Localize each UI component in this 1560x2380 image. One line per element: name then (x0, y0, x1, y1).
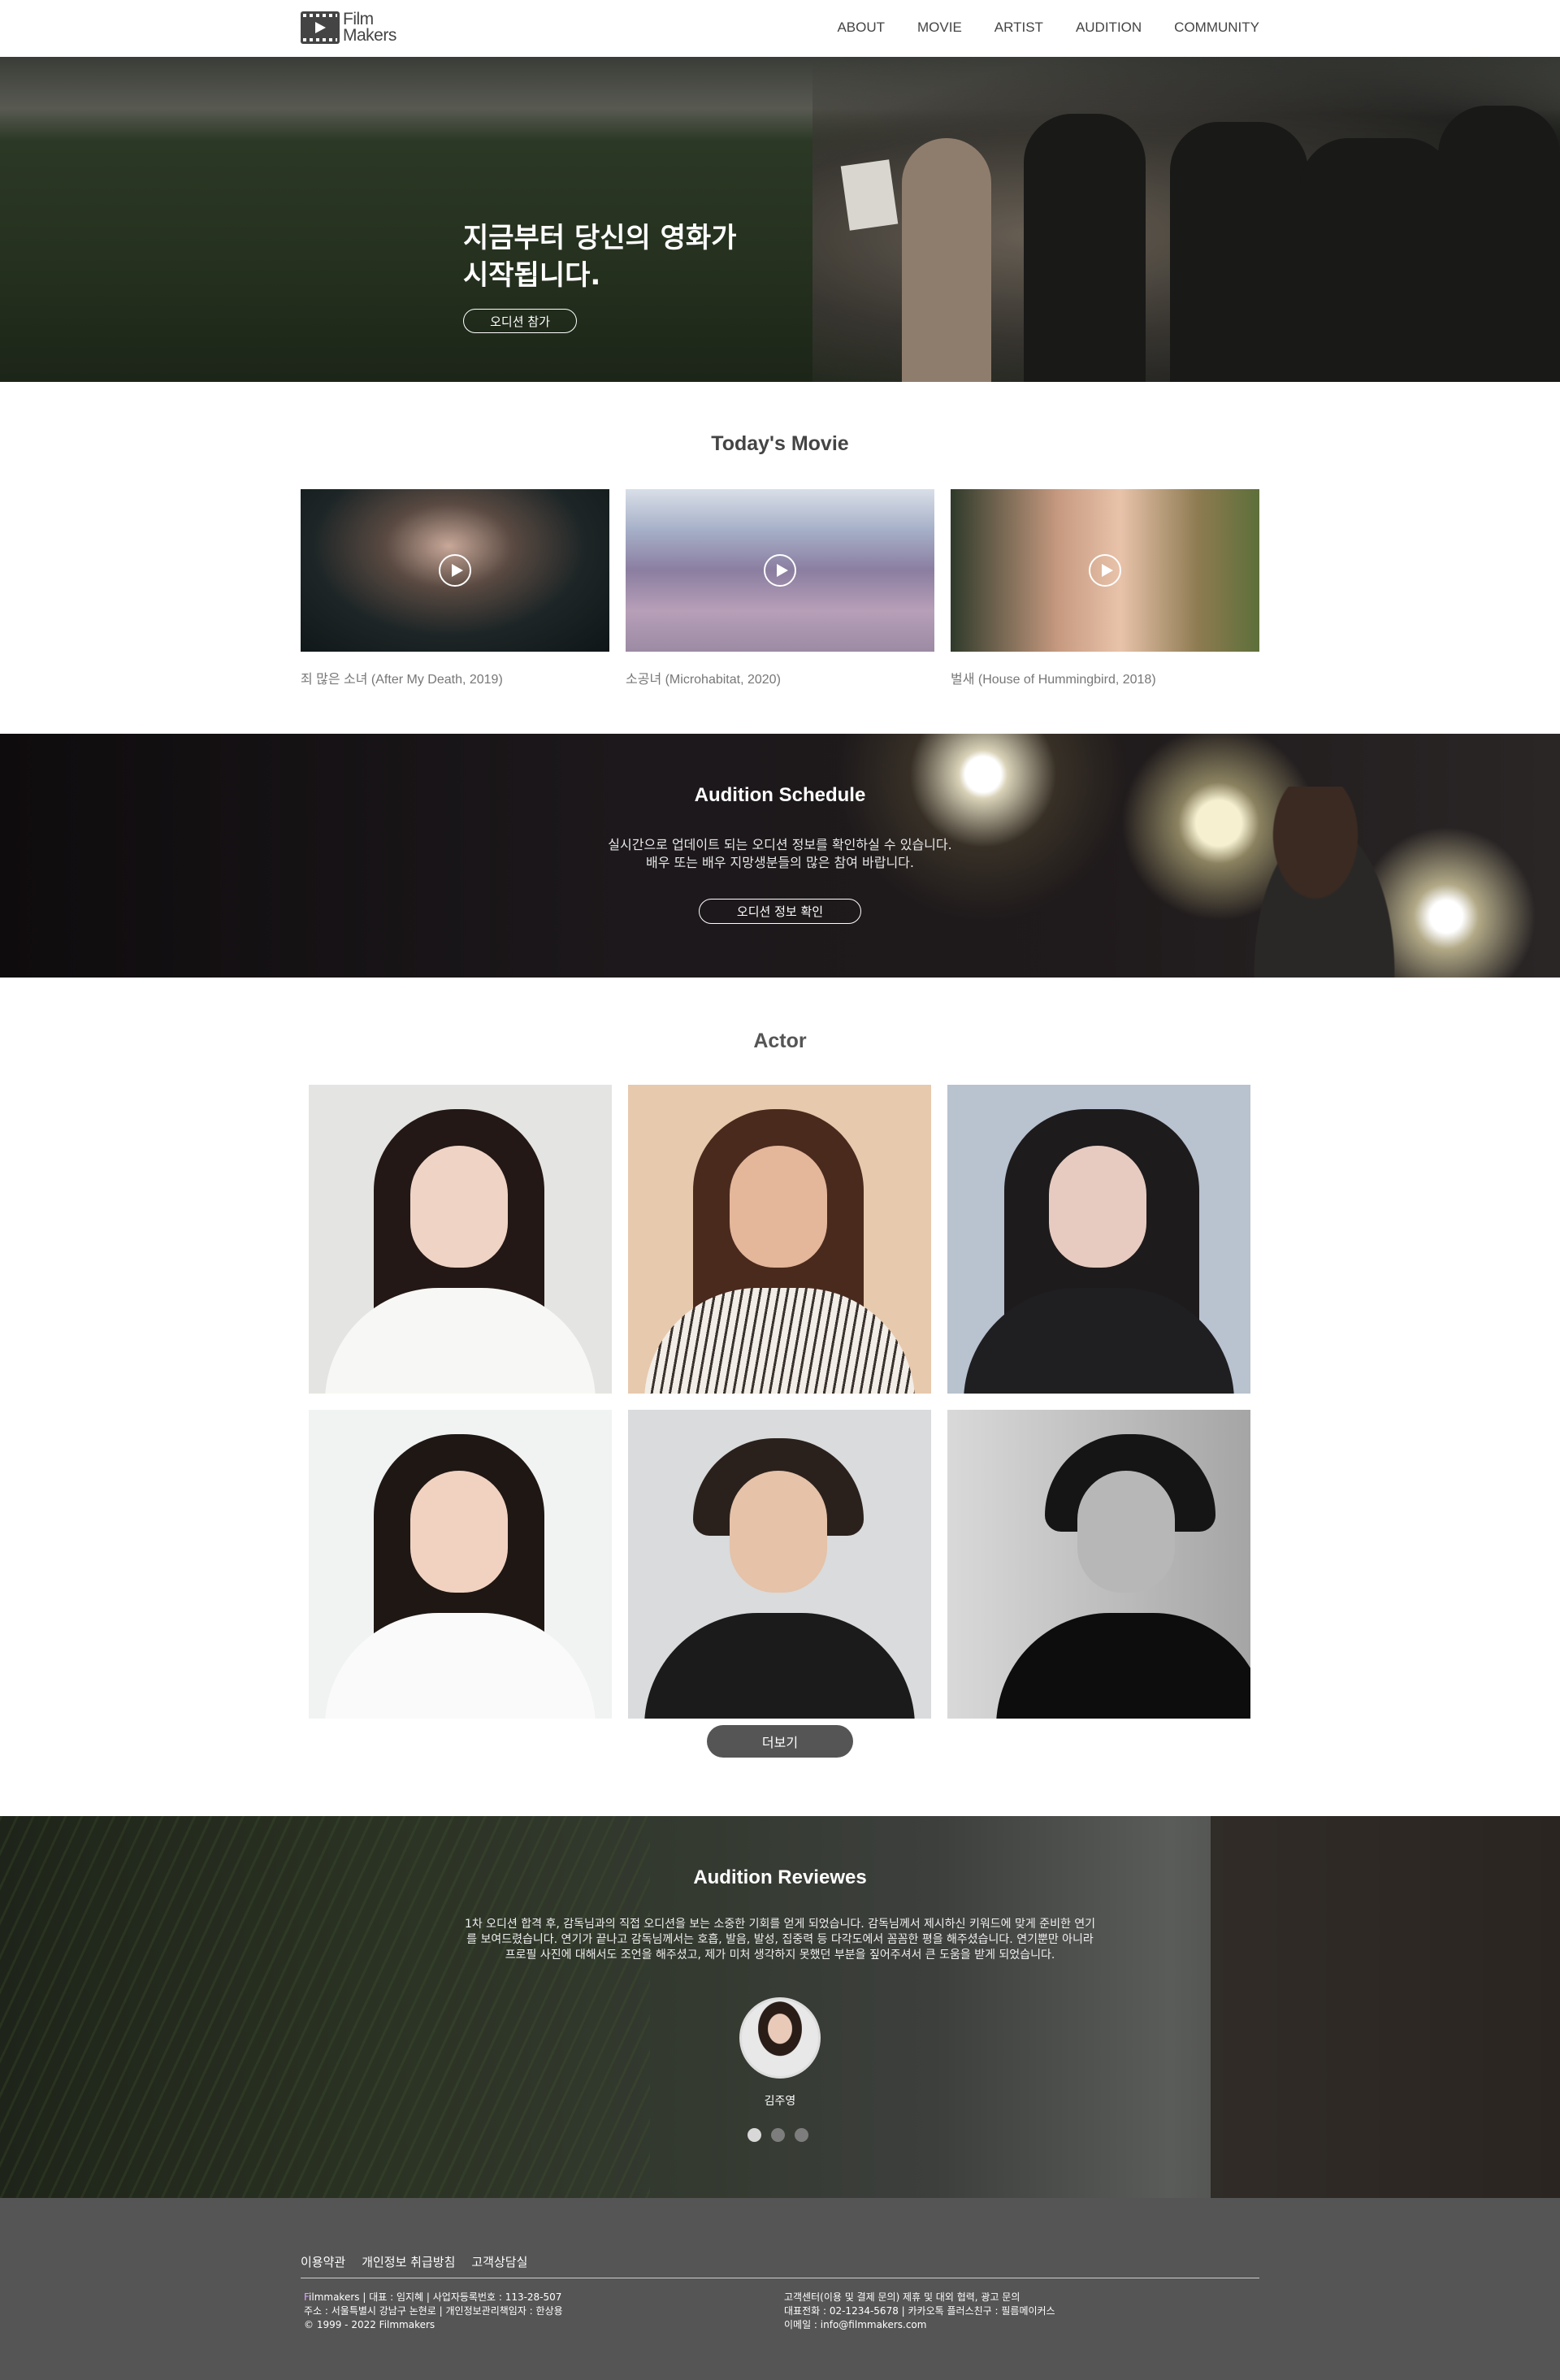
contact-info-line-1: 고객센터(이용 및 결제 문의) 제휴 및 대외 협력, 광고 문의 (784, 2291, 1020, 2303)
clapperboard-image (840, 159, 899, 231)
actor-photo[interactable] (309, 1085, 612, 1394)
logo-line-2: Makers (343, 26, 396, 45)
movie-thumbnail[interactable] (951, 489, 1259, 652)
movie-thumbnail[interactable] (626, 489, 934, 652)
todays-movie-title: Today's Movie (711, 432, 849, 455)
hero-title-line-1: 지금부터 당신의 영화가 (463, 222, 737, 254)
join-audition-button[interactable]: 오디션 참가 (463, 309, 577, 333)
logo-line-1: Film (343, 10, 374, 28)
company-info-line-1: Filmmakers | 대표 : 임지혜 | 사업자등록번호 : 113-28… (304, 2291, 563, 2304)
footer-link-privacy[interactable]: 개인정보 취급방침 (362, 2253, 455, 2270)
reviewer-name: 김주영 (764, 2095, 796, 2108)
movie-caption: 벌새 (House of Hummingbird, 2018) (951, 673, 1156, 687)
copyright: © 1999 - 2022 Filmmakers (304, 2319, 436, 2330)
reviewer-avatar (739, 1997, 821, 2079)
movie-thumbnail[interactable] (301, 489, 609, 652)
company-info-line-1-text: ilmmakers | 대표 : 임지혜 | 사업자등록번호 : 113-28-… (309, 2291, 562, 2303)
logo[interactable]: Film Makers (301, 11, 396, 44)
hero-banner: 지금부터 당신의 영화가 시작됩니다. 오디션 참가 (0, 57, 1560, 382)
nav-artist[interactable]: ARTIST (994, 20, 1043, 36)
site-footer: 이용약관 개인정보 취급방침 고객상담실 Filmmakers | 대표 : 임… (0, 2198, 1560, 2380)
slider-dots (748, 2128, 808, 2142)
view-audition-info-button[interactable]: 오디션 정보 확인 (699, 899, 861, 924)
movie-card[interactable]: 벌새 (House of Hummingbird, 2018) (951, 489, 1259, 687)
slider-dot[interactable] (771, 2128, 785, 2142)
audition-reviews-section: Audition Reviewes 1차 오디션 합격 후, 감독님과의 직접 … (0, 1816, 1560, 2198)
stage-person-image (1235, 787, 1414, 978)
contact-info-line-2: 대표전화 : 02-1234-5678 | 카카오톡 플러스친구 : 필름메이커… (784, 2305, 1055, 2317)
movie-caption: 소공녀 (Microhabitat, 2020) (626, 673, 781, 687)
nav-community[interactable]: COMMUNITY (1174, 20, 1259, 36)
contact-info: 고객센터(이용 및 결제 문의) 제휴 및 대외 협력, 광고 문의 대표전화 … (784, 2291, 1055, 2332)
play-icon[interactable] (764, 554, 796, 587)
actor-grid (309, 1085, 1250, 1719)
play-icon[interactable] (1089, 554, 1121, 587)
actor-photo[interactable] (947, 1410, 1250, 1719)
nav-movie[interactable]: MOVIE (917, 20, 962, 36)
slider-dot[interactable] (748, 2128, 761, 2142)
nav-audition[interactable]: AUDITION (1076, 20, 1142, 36)
movie-card[interactable]: 소공녀 (Microhabitat, 2020) (626, 489, 934, 687)
main-nav: ABOUT MOVIE ARTIST AUDITION COMMUNITY (837, 20, 1259, 36)
actor-photo[interactable] (947, 1085, 1250, 1394)
film-camera-icon (301, 11, 340, 44)
movie-list: 죄 많은 소녀 (After My Death, 2019) 소공녀 (Micr… (301, 489, 1259, 687)
actor-photo[interactable] (309, 1410, 612, 1719)
site-header: Film Makers ABOUT MOVIE ARTIST AUDITION … (0, 0, 1560, 57)
movie-caption: 죄 많은 소녀 (After My Death, 2019) (301, 673, 503, 687)
nav-about[interactable]: ABOUT (837, 20, 885, 36)
contact-email: 이메일 : info@filmmakers.com (784, 2319, 927, 2330)
play-icon[interactable] (439, 554, 471, 587)
movie-card[interactable]: 죄 많은 소녀 (After My Death, 2019) (301, 489, 609, 687)
company-info: Filmmakers | 대표 : 임지혜 | 사업자등록번호 : 113-28… (304, 2291, 563, 2332)
actor-photo[interactable] (628, 1085, 931, 1394)
logo-text: Film Makers (343, 11, 396, 44)
todays-movie-section: Today's Movie 죄 많은 소녀 (After My Death, 2… (0, 382, 1560, 734)
footer-links: 이용약관 개인정보 취급방침 고객상담실 (301, 2253, 527, 2270)
actor-title: Actor (753, 1030, 807, 1052)
company-info-line-2: 주소 : 서울특별시 강남구 논현로 | 개인정보관리책임자 : 한상용 (304, 2305, 563, 2317)
more-button[interactable]: 더보기 (707, 1725, 853, 1758)
audition-reviews-title: Audition Reviewes (693, 1866, 867, 1888)
actor-photo[interactable] (628, 1410, 931, 1719)
hero-title-line-2: 시작됩니다. (463, 259, 601, 292)
review-text: 1차 오디션 합격 후, 감독님과의 직접 오디션을 보는 소중한 기회를 얻게… (464, 1918, 1096, 1962)
slider-dot[interactable] (795, 2128, 808, 2142)
footer-link-terms[interactable]: 이용약관 (301, 2253, 345, 2270)
audition-schedule-section: Audition Schedule 실시간으로 업데이트 되는 오디션 정보를 … (0, 734, 1560, 978)
hero-title: 지금부터 당신의 영화가 시작됩니다. (463, 219, 788, 294)
footer-link-support[interactable]: 고객상담실 (471, 2253, 527, 2270)
actor-section: Actor 더보기 (0, 978, 1560, 1816)
